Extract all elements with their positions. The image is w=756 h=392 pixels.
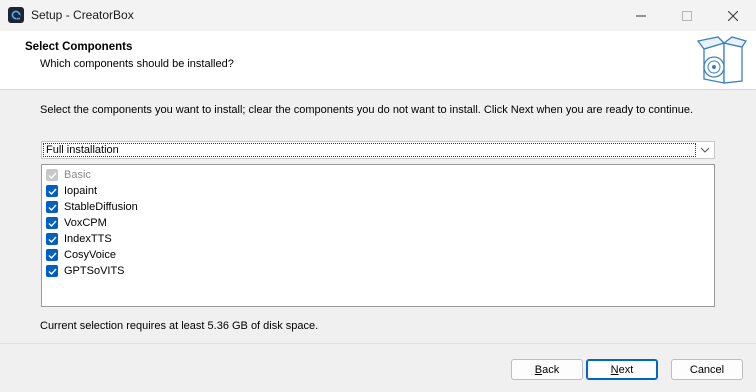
window-title: Setup - CreatorBox (31, 8, 134, 22)
checkmark-icon (48, 268, 57, 275)
component-indextts[interactable]: IndexTTS (46, 231, 112, 247)
component-gptsovits[interactable]: GPTSoVITS (46, 263, 125, 279)
next-accelerator: N (610, 363, 619, 376)
title-bar[interactable]: Setup - CreatorBox (0, 0, 756, 31)
component-voxcpm[interactable]: VoxCPM (46, 215, 107, 231)
back-accelerator: B (534, 363, 543, 376)
install-box-icon (696, 36, 748, 84)
wizard-header: Select Components Which components shoul… (0, 31, 756, 90)
component-label: IndexTTS (64, 233, 112, 245)
maximize-button[interactable] (664, 0, 710, 31)
component-cosyvoice[interactable]: CosyVoice (46, 247, 116, 263)
minimize-button[interactable] (618, 0, 664, 31)
back-label: ack (542, 363, 560, 376)
page-subtitle: Which components should be installed? (40, 58, 234, 70)
checkmark-icon (48, 252, 57, 259)
cancel-label: Cancel (689, 363, 725, 376)
next-button[interactable]: Next (586, 359, 658, 380)
checkbox[interactable] (46, 185, 58, 197)
back-button[interactable]: Back (511, 359, 583, 380)
install-type-value: Full installation (43, 143, 696, 157)
component-label: Iopaint (64, 185, 98, 197)
checkmark-icon (48, 172, 57, 179)
next-label: ext (618, 363, 634, 376)
checkbox (46, 169, 58, 181)
checkmark-icon (48, 188, 57, 195)
checkbox[interactable] (46, 217, 58, 229)
component-iopaint[interactable]: Iopaint (46, 183, 97, 199)
checkbox[interactable] (46, 249, 58, 261)
checkmark-icon (48, 204, 57, 211)
checkbox[interactable] (46, 233, 58, 245)
component-stablediffusion[interactable]: StableDiffusion (46, 199, 138, 215)
page-title: Select Components (25, 41, 133, 53)
instructions-text: Select the components you want to instal… (40, 104, 694, 116)
checkmark-icon (48, 236, 57, 243)
disk-space-text: Current selection requires at least 5.36… (40, 320, 319, 332)
close-button[interactable] (710, 0, 756, 31)
checkmark-icon (48, 220, 57, 227)
component-label: VoxCPM (64, 217, 107, 229)
close-icon (728, 10, 738, 21)
minimize-icon (636, 15, 646, 16)
cancel-button[interactable]: Cancel (671, 359, 743, 380)
footer-divider (0, 343, 756, 344)
chevron-down-icon (700, 147, 710, 153)
checkbox[interactable] (46, 201, 58, 213)
component-label: CosyVoice (64, 249, 116, 261)
component-label: Basic (64, 169, 91, 181)
component-label: GPTSoVITS (64, 265, 125, 277)
app-icon (8, 7, 24, 23)
install-type-select[interactable]: Full installation (41, 141, 715, 159)
components-list[interactable]: Basic Iopaint StableDiffusion VoxCPM Ind… (41, 164, 715, 307)
checkbox[interactable] (46, 265, 58, 277)
component-basic: Basic (46, 167, 91, 183)
component-label: StableDiffusion (64, 201, 138, 213)
maximize-icon (682, 10, 692, 21)
